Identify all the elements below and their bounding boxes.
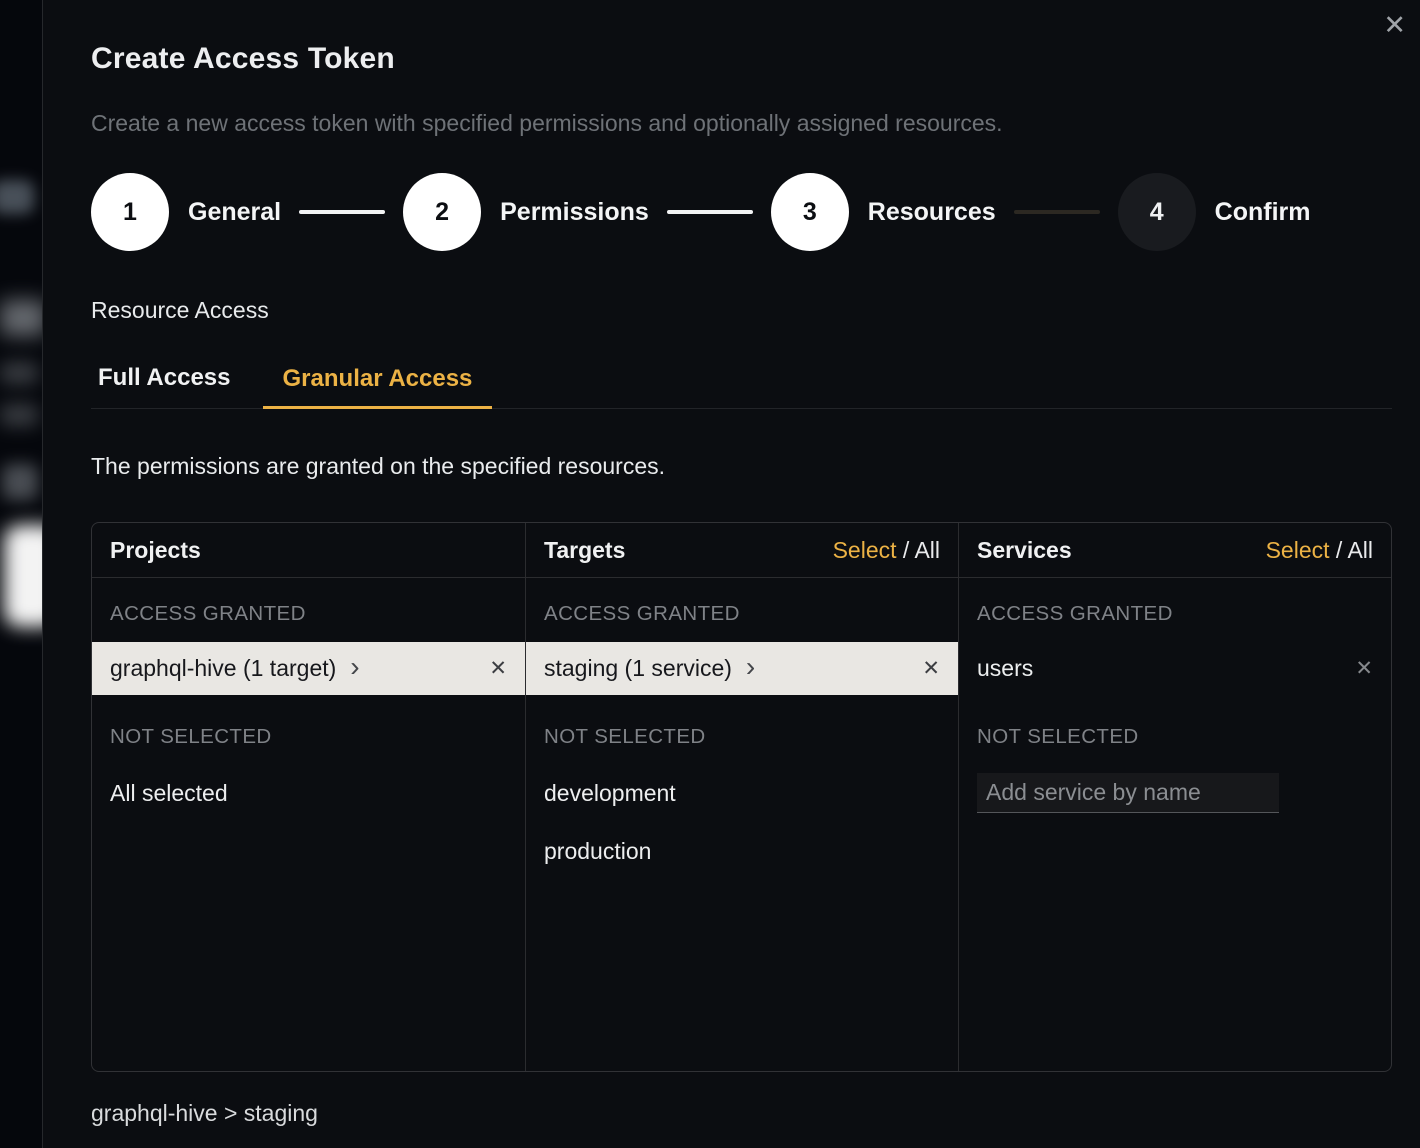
step-label: Confirm [1215,198,1311,227]
remove-target-icon[interactable]: ✕ [922,658,940,679]
not-selected-label: NOT SELECTED [544,725,940,749]
granted-service-row: users ✕ [959,642,1391,695]
access-granted-label: ACCESS GRANTED [977,602,1373,626]
step-label: Permissions [500,198,649,227]
stepper-connector [1014,210,1100,214]
not-selected-label: NOT SELECTED [977,725,1373,749]
services-column: Services Select / All ACCESS GRANTED use… [958,523,1391,1071]
remove-service-icon[interactable]: ✕ [1355,658,1373,679]
granular-access-description: The permissions are granted on the speci… [91,453,1392,480]
backdrop-blur-blob [0,404,38,426]
step-number-circle: 2 [403,173,481,251]
stepper-step-general[interactable]: 1 General [91,173,281,251]
granted-service-name: users [977,655,1033,682]
services-select-link[interactable]: Select [1266,537,1330,563]
targets-select-link[interactable]: Select [833,537,897,563]
background-page [0,0,42,1148]
step-number-circle: 3 [771,173,849,251]
close-icon[interactable]: ✕ [1383,12,1406,39]
step-number-circle: 4 [1118,173,1196,251]
granted-target-name: staging (1 service) [544,655,732,682]
services-column-title: Services [977,537,1072,564]
services-column-header: Services Select / All [959,523,1391,578]
select-all-separator: / [1330,537,1348,563]
tab-granular-access[interactable]: Granular Access [263,365,493,409]
granted-project-name: graphql-hive (1 target) [110,655,336,682]
select-all-separator: / [897,537,915,563]
targets-column-header: Targets Select / All [526,523,958,578]
services-all-link[interactable]: All [1347,537,1373,563]
step-label: Resources [868,198,996,227]
targets-select-all: Select / All [833,537,940,564]
add-service-input[interactable] [977,773,1279,813]
stepper-connector [299,210,385,214]
remove-project-icon[interactable]: ✕ [489,658,507,679]
chevron-right-icon: › [746,653,755,681]
targets-column-title: Targets [544,537,625,564]
backdrop-blur-blob [0,300,46,336]
projects-column-header: Projects [92,523,525,578]
modal-subtitle: Create a new access token with specified… [91,109,1392,137]
resource-access-heading: Resource Access [91,297,1392,324]
target-item-production[interactable]: production [544,837,940,865]
resource-access-tabs: Full Access Granular Access [91,364,1392,409]
access-granted-label: ACCESS GRANTED [110,602,507,626]
target-item-development[interactable]: development [544,779,940,807]
tab-full-access[interactable]: Full Access [91,364,237,408]
step-label: General [188,198,281,227]
services-select-all: Select / All [1266,537,1373,564]
backdrop-blur-blob [2,464,38,500]
create-access-token-modal: ✕ Create Access Token Create a new acces… [42,0,1420,1148]
targets-column: Targets Select / All ACCESS GRANTED stag… [525,523,958,1071]
modal-title: Create Access Token [91,42,1392,76]
breadcrumb: graphql-hive > staging [91,1100,1392,1127]
stepper-step-resources[interactable]: 3 Resources [771,173,996,251]
targets-all-link[interactable]: All [914,537,940,563]
stepper-step-permissions[interactable]: 2 Permissions [403,173,649,251]
step-number-circle: 1 [91,173,169,251]
stepper: 1 General 2 Permissions 3 Resources 4 Co… [91,173,1392,251]
granted-target-row[interactable]: staging (1 service) › ✕ [526,642,958,695]
resource-picker: Projects ACCESS GRANTED graphql-hive (1 … [91,522,1392,1072]
backdrop-blur-blob [0,362,38,384]
projects-all-selected-note: All selected [110,779,507,807]
chevron-right-icon: › [350,653,359,681]
access-granted-label: ACCESS GRANTED [544,602,940,626]
stepper-step-confirm[interactable]: 4 Confirm [1118,173,1311,251]
backdrop-blur-blob [0,180,34,214]
projects-column-title: Projects [110,537,201,564]
granted-project-row[interactable]: graphql-hive (1 target) › ✕ [92,642,525,695]
not-selected-label: NOT SELECTED [110,725,507,749]
projects-column: Projects ACCESS GRANTED graphql-hive (1 … [92,523,525,1071]
stepper-connector [667,210,753,214]
